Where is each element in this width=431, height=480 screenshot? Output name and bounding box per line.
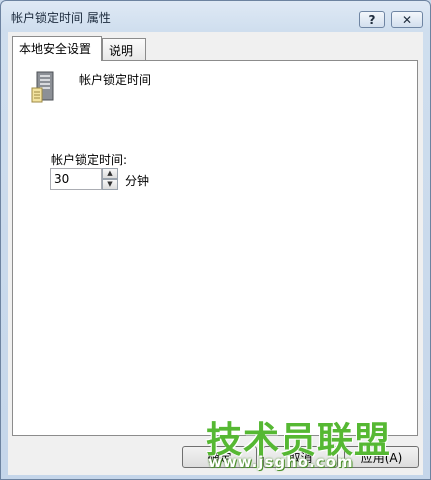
spin-down-button[interactable]: ▼	[102, 179, 118, 190]
spin-up-button[interactable]: ▲	[102, 168, 118, 179]
chevron-up-icon: ▲	[107, 169, 113, 177]
properties-dialog: 帐户锁定时间 属性 ? ✕ 本地安全设置 说明 帐户锁定时间 帐户锁定时间: 3…	[0, 0, 431, 480]
tab-panel: 帐户锁定时间 帐户锁定时间: ▲ ▼ 分钟	[12, 60, 418, 436]
apply-button[interactable]: 应用(A)	[344, 446, 419, 468]
lockout-duration-input[interactable]	[50, 168, 102, 190]
title-bar[interactable]: 帐户锁定时间 属性 ? ✕	[1, 1, 430, 31]
close-button[interactable]: ✕	[391, 11, 423, 28]
server-icon	[31, 71, 54, 103]
window-title: 帐户锁定时间 属性	[11, 11, 111, 25]
lockout-duration-stepper: ▲ ▼	[50, 168, 118, 190]
tab-explain[interactable]: 说明	[102, 38, 146, 60]
close-icon: ✕	[401, 12, 413, 27]
lockout-duration-label: 帐户锁定时间:	[51, 153, 128, 167]
cancel-button[interactable]: 取消	[263, 446, 338, 468]
dialog-client: 本地安全设置 说明 帐户锁定时间 帐户锁定时间: ▲	[8, 32, 423, 475]
help-icon: ?	[368, 12, 376, 27]
tab-local-security-setting[interactable]: 本地安全设置	[12, 36, 102, 61]
unit-label: 分钟	[125, 174, 150, 188]
ok-button[interactable]: 确定	[182, 446, 257, 468]
policy-title: 帐户锁定时间	[79, 73, 152, 87]
help-button[interactable]: ?	[359, 11, 385, 28]
chevron-down-icon: ▼	[107, 180, 113, 188]
